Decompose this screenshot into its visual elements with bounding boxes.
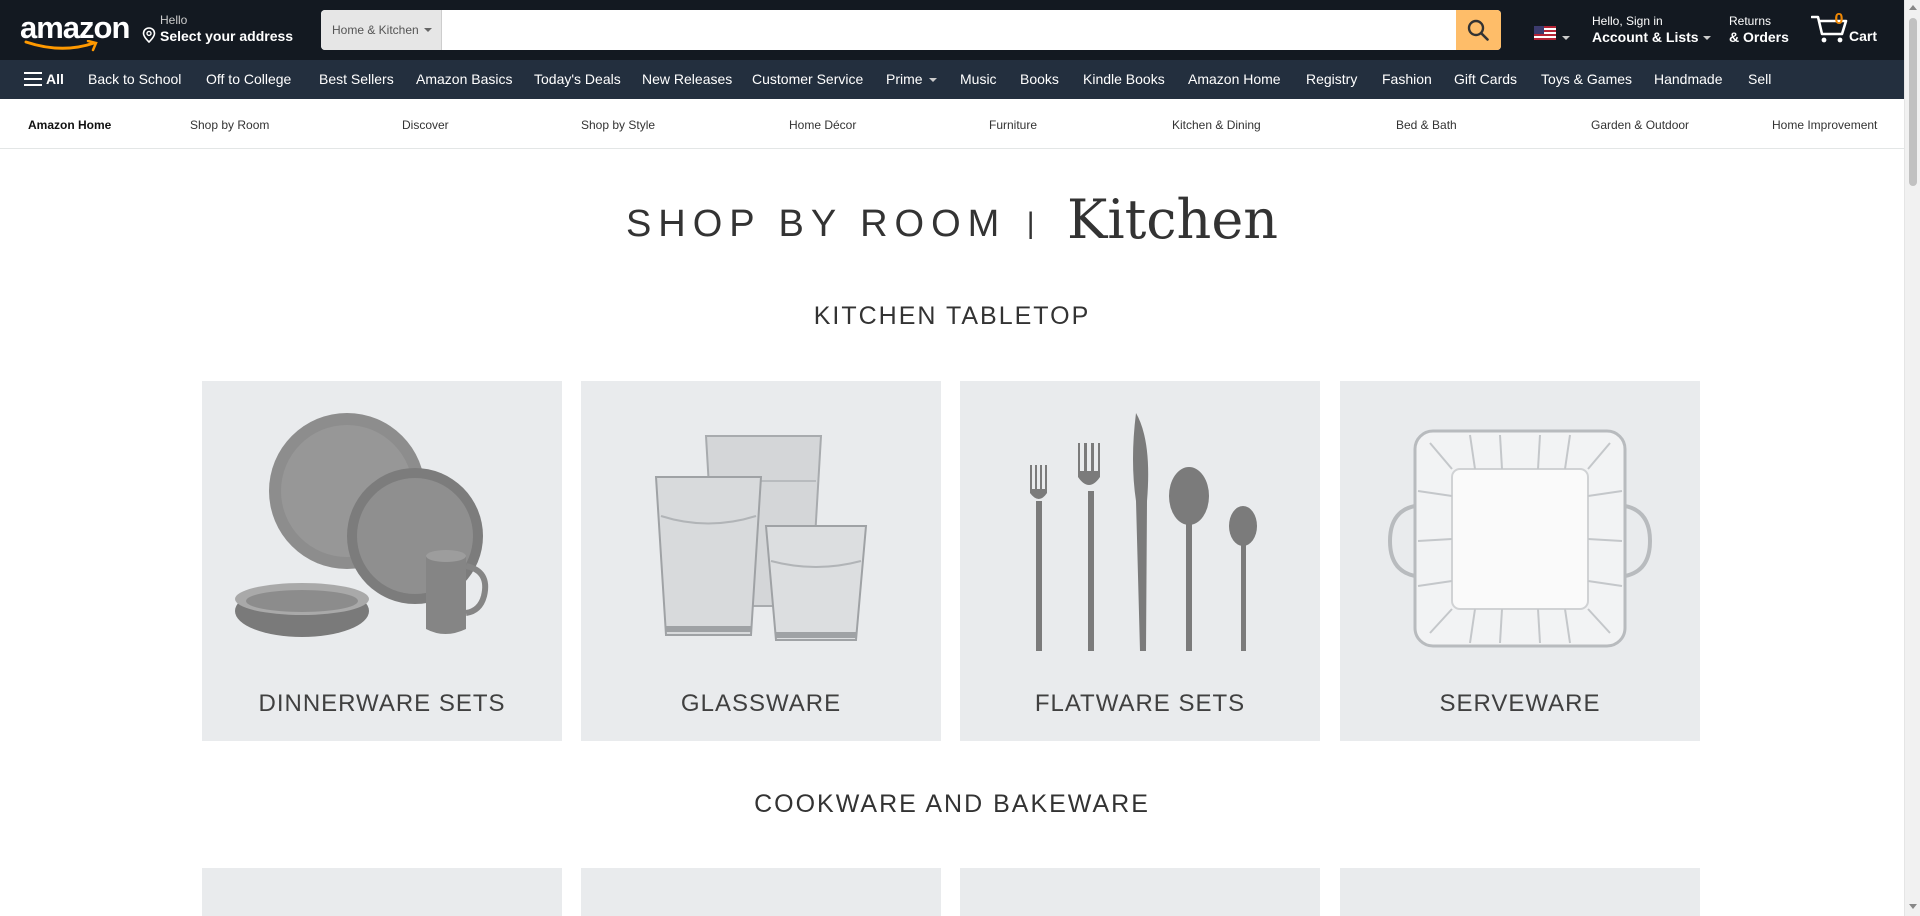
- chevron-down-icon: [928, 78, 937, 82]
- scroll-up-arrow-icon[interactable]: [1909, 5, 1917, 10]
- section-title-kitchen-tabletop: KITCHEN TABLETOP: [813, 302, 1091, 330]
- chevron-down-icon: [1562, 36, 1570, 40]
- page-title-separator: |: [1026, 207, 1035, 240]
- subnav-shop-by-room[interactable]: Shop by Room: [190, 118, 269, 132]
- subnav-home-decor[interactable]: Home Décor: [789, 118, 856, 132]
- nav-music[interactable]: Music: [960, 71, 997, 87]
- page-scrollbar[interactable]: [1904, 0, 1920, 916]
- page: amazon Hello Select your address Home & …: [0, 0, 1920, 916]
- nav-toys-and-games[interactable]: Toys & Games: [1541, 71, 1632, 87]
- returns-and-orders[interactable]: Returns & Orders: [1729, 14, 1789, 45]
- page-title-room: Kitchen: [1066, 188, 1279, 251]
- top-header: amazon Hello Select your address Home & …: [0, 0, 1904, 60]
- nav-prime[interactable]: Prime: [886, 71, 937, 87]
- nav-fashion[interactable]: Fashion: [1382, 71, 1432, 87]
- category-tile-dinnerware-sets[interactable]: DINNERWARE SETS: [202, 381, 562, 741]
- nav-amazon-home[interactable]: Amazon Home: [1188, 71, 1281, 87]
- flatware-image: [1030, 413, 1257, 651]
- us-flag-icon: [1534, 26, 1556, 40]
- page-title: SHOP BY ROOM | Kitchen: [0, 188, 1904, 251]
- search-department-select[interactable]: Home & Kitchen: [321, 10, 442, 50]
- category-tile[interactable]: [1340, 868, 1700, 916]
- nav-back-to-school[interactable]: Back to School: [88, 71, 181, 87]
- nav-amazon-basics[interactable]: Amazon Basics: [416, 71, 512, 87]
- nav-kindle-books[interactable]: Kindle Books: [1083, 71, 1165, 87]
- page-title-prefix: SHOP BY ROOM: [625, 203, 1007, 245]
- nav-prime-label: Prime: [886, 71, 923, 87]
- glassware-image: [654, 435, 868, 641]
- chevron-down-icon: [424, 28, 432, 32]
- account-greeting: Hello, Sign in: [1592, 14, 1663, 28]
- orders-label: & Orders: [1729, 29, 1789, 45]
- nav-new-releases[interactable]: New Releases: [642, 71, 732, 87]
- cart-count: 0: [1834, 11, 1844, 28]
- tile-caption: SERVEWARE: [1439, 690, 1601, 717]
- category-tile-flatware-sets[interactable]: FLATWARE SETS: [960, 381, 1320, 741]
- search-bar: Home & Kitchen: [321, 10, 1501, 50]
- nav-gift-cards[interactable]: Gift Cards: [1454, 71, 1517, 87]
- subnav-discover[interactable]: Discover: [402, 118, 449, 132]
- store-subnav: Amazon Home Shop by Room Discover Shop b…: [0, 99, 1904, 149]
- search-button[interactable]: [1456, 10, 1501, 50]
- category-tile[interactable]: [581, 868, 941, 916]
- subnav-amazon-home[interactable]: Amazon Home: [28, 118, 111, 132]
- cart-button[interactable]: 0 Cart: [1811, 10, 1881, 50]
- subnav-bed-and-bath[interactable]: Bed & Bath: [1396, 118, 1457, 132]
- category-tile[interactable]: [960, 868, 1320, 916]
- subnav-garden-and-outdoor[interactable]: Garden & Outdoor: [1591, 118, 1689, 132]
- serveware-image: [1387, 429, 1653, 648]
- scrollbar-thumb[interactable]: [1909, 18, 1917, 186]
- category-tile-serveware[interactable]: SERVEWARE: [1340, 381, 1700, 741]
- category-tile[interactable]: [202, 868, 562, 916]
- nav-books[interactable]: Books: [1020, 71, 1059, 87]
- cart-label: Cart: [1849, 28, 1878, 44]
- tile-caption: GLASSWARE: [680, 690, 842, 717]
- search-icon: [1467, 19, 1489, 41]
- hamburger-menu-icon: [24, 72, 42, 86]
- category-tile-glassware[interactable]: GLASSWARE: [581, 381, 941, 741]
- location-pin-icon: [142, 27, 156, 43]
- address-label: Select your address: [160, 28, 294, 44]
- nav-best-sellers[interactable]: Best Sellers: [319, 71, 394, 87]
- scroll-down-arrow-icon[interactable]: [1909, 904, 1917, 909]
- amazon-logo[interactable]: amazon: [20, 12, 130, 52]
- tile-caption: DINNERWARE SETS: [258, 690, 506, 717]
- nav-off-to-college[interactable]: Off to College: [206, 71, 291, 87]
- nav-handmade[interactable]: Handmade: [1654, 71, 1723, 87]
- logo-smile-icon: [24, 40, 98, 52]
- nav-sell[interactable]: Sell: [1748, 71, 1771, 87]
- subnav-shop-by-style[interactable]: Shop by Style: [581, 118, 655, 132]
- returns-label: Returns: [1729, 14, 1772, 28]
- address-greeting: Hello: [160, 13, 188, 27]
- subnav-home-improvement[interactable]: Home Improvement: [1772, 118, 1877, 132]
- nav-registry[interactable]: Registry: [1306, 71, 1357, 87]
- nav-todays-deals[interactable]: Today's Deals: [534, 71, 621, 87]
- tile-caption: FLATWARE SETS: [1034, 690, 1246, 717]
- nav-customer-service[interactable]: Customer Service: [752, 71, 863, 87]
- language-selector[interactable]: [1534, 26, 1570, 45]
- search-input[interactable]: [443, 10, 1455, 50]
- section-title-cookware-and-bakeware: COOKWARE AND BAKEWARE: [754, 790, 1150, 818]
- subnav-kitchen-and-dining[interactable]: Kitchen & Dining: [1172, 118, 1261, 132]
- subnav-furniture[interactable]: Furniture: [989, 118, 1037, 132]
- all-menu-label: All: [46, 71, 64, 87]
- main-nav: All Back to School Off to College Best S…: [0, 60, 1904, 99]
- account-label: Account & Lists: [1592, 29, 1699, 45]
- dinnerware-image: [235, 413, 489, 637]
- account-and-lists[interactable]: Hello, Sign in Account & Lists: [1592, 14, 1711, 45]
- search-department-label: Home & Kitchen: [332, 23, 419, 37]
- chevron-down-icon: [1702, 36, 1711, 40]
